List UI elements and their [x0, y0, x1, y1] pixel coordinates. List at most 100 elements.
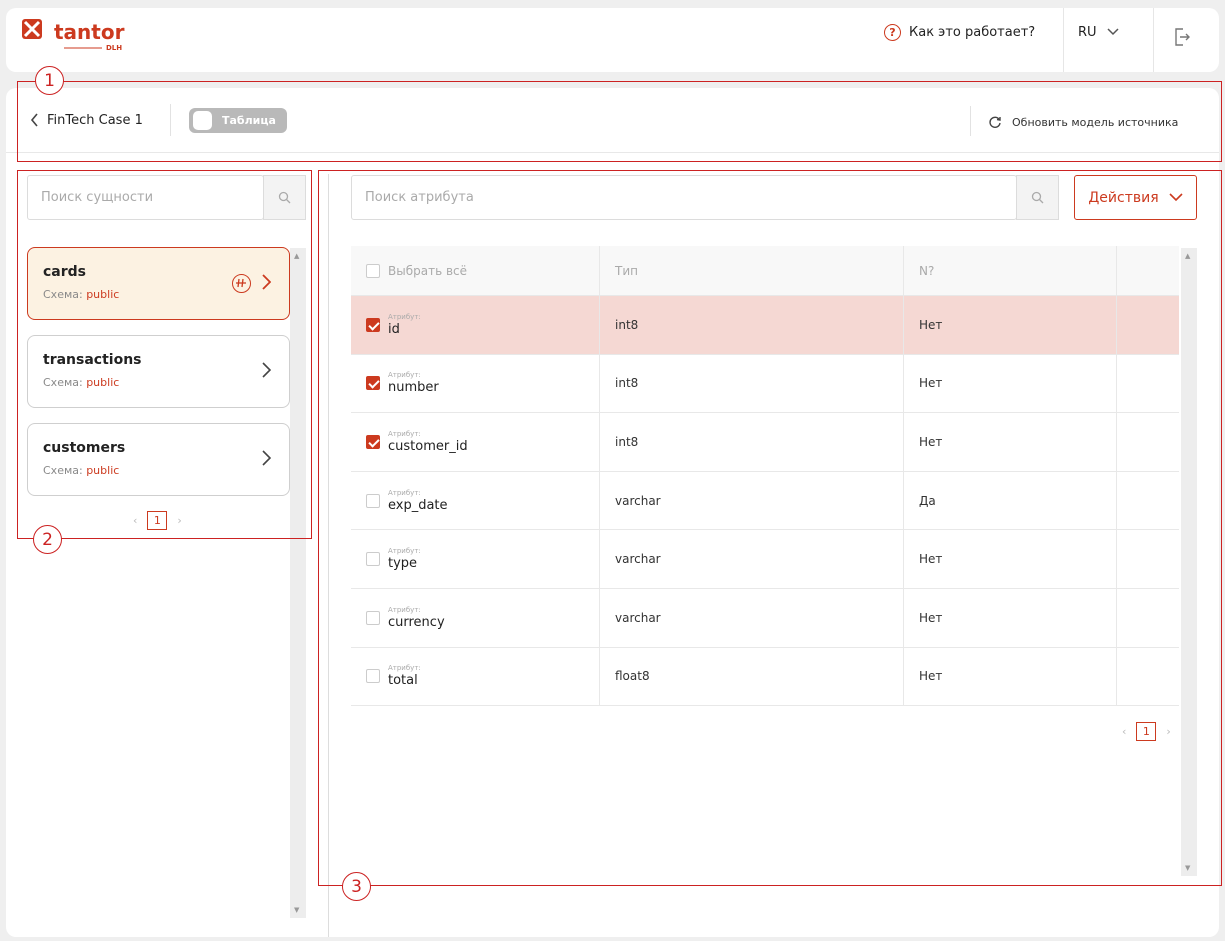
entity-schema: Схема: public	[43, 464, 120, 477]
attribute-name: type	[388, 556, 418, 572]
extra-cell	[1117, 472, 1179, 530]
attribute-info: Атрибут: customer_id	[388, 430, 468, 454]
chevron-down-icon	[1169, 193, 1183, 202]
entity-card-customers[interactable]: customers Схема: public	[27, 423, 290, 496]
toggle-label: Таблица	[222, 114, 276, 127]
scroll-up-icon[interactable]: ▲	[1185, 252, 1190, 260]
extra-cell	[1117, 355, 1179, 413]
attribute-search-button[interactable]	[1016, 175, 1059, 220]
row-checkbox[interactable]	[366, 376, 380, 391]
table-row[interactable]: Атрибут: number int8 Нет	[351, 354, 1179, 414]
nullable-cell: Да	[904, 471, 1117, 530]
row-checkbox[interactable]	[366, 317, 380, 332]
entity-schema: Схема: public	[43, 288, 120, 301]
attribute-name: customer_id	[388, 438, 468, 454]
next-page-icon[interactable]: ›	[1166, 725, 1170, 738]
attribute-cell: Атрибут: type	[351, 530, 600, 588]
attribute-cell: Атрибут: id	[351, 296, 600, 354]
nullable-cell: Нет	[904, 530, 1117, 588]
extra-cell	[1117, 530, 1179, 588]
tantor-logo[interactable]: tantor DLH	[20, 14, 130, 54]
chevron-left-icon	[30, 113, 38, 127]
attribute-pagination: ‹ 1 ›	[1122, 722, 1171, 741]
help-label: Как это работает?	[909, 24, 1036, 40]
row-checkbox[interactable]	[366, 669, 380, 684]
prev-page-icon[interactable]: ‹	[1122, 725, 1126, 738]
entity-search-button[interactable]	[263, 175, 306, 220]
attribute-caption: Атрибут:	[388, 429, 421, 438]
attribute-search-placeholder: Поиск атрибута	[365, 190, 474, 205]
attribute-caption: Атрибут:	[388, 488, 421, 497]
type-cell: varchar	[600, 588, 904, 647]
search-icon	[278, 191, 291, 204]
entity-schema: Схема: public	[43, 376, 120, 389]
toolbar-divider	[970, 106, 971, 136]
row-checkbox[interactable]	[366, 552, 380, 567]
toolbar-divider	[170, 104, 171, 136]
attribute-info: Атрибут: type	[388, 547, 421, 571]
select-all-label: Выбрать всё	[388, 263, 468, 278]
prev-page-icon[interactable]: ‹	[133, 514, 137, 527]
annotation-number-2: 2	[33, 525, 62, 554]
attribute-search-input[interactable]: Поиск атрибута	[351, 175, 1017, 220]
question-icon: ?	[884, 23, 901, 41]
type-cell: int8	[600, 413, 904, 471]
help-link[interactable]: ? Как это работает?	[884, 22, 1035, 42]
entity-card-transactions[interactable]: transactions Схема: public	[27, 335, 290, 408]
nullable-cell: Нет	[904, 413, 1117, 471]
table-row[interactable]: Атрибут: exp_date varchar Да	[351, 471, 1179, 531]
header-divider	[1063, 8, 1064, 72]
table-row[interactable]: Атрибут: id int8 Нет	[351, 296, 1179, 355]
search-icon	[1031, 191, 1044, 204]
entity-card-cards[interactable]: cards Схема: public	[27, 247, 290, 320]
attribute-table-scrollbar[interactable]: ▲ ▼	[1181, 248, 1197, 876]
attribute-cell: Атрибут: total	[351, 647, 600, 706]
type-cell: float8	[600, 647, 904, 706]
table-row[interactable]: Атрибут: type varchar Нет	[351, 530, 1179, 589]
attribute-caption: Атрибут:	[388, 605, 421, 614]
chevron-down-icon	[1107, 28, 1119, 36]
select-all-cell[interactable]: Выбрать всё	[351, 246, 600, 295]
attribute-info: Атрибут: total	[388, 664, 421, 688]
refresh-model-button[interactable]: Обновить модель источника	[988, 113, 1178, 131]
row-checkbox[interactable]	[366, 610, 380, 625]
next-page-icon[interactable]: ›	[177, 514, 181, 527]
entity-search-input[interactable]: Поиск сущности	[27, 175, 264, 220]
app-header	[6, 8, 1219, 72]
type-cell: varchar	[600, 471, 904, 530]
page-number[interactable]: 1	[1136, 722, 1157, 741]
type-cell: int8	[600, 296, 904, 354]
row-checkbox[interactable]	[366, 434, 380, 449]
logout-icon[interactable]	[1174, 28, 1196, 50]
scroll-up-icon[interactable]: ▲	[294, 252, 299, 260]
actions-dropdown[interactable]: Действия	[1074, 175, 1197, 220]
refresh-label: Обновить модель источника	[1012, 115, 1179, 129]
table-row[interactable]: Атрибут: customer_id int8 Нет	[351, 413, 1179, 472]
page-number[interactable]: 1	[147, 511, 168, 530]
back-button[interactable]: FinTech Case 1	[30, 110, 143, 130]
table-row[interactable]: Атрибут: total float8 Нет	[351, 647, 1179, 707]
svg-text:tantor: tantor	[54, 20, 125, 44]
table-view-toggle[interactable]: Таблица	[189, 108, 287, 133]
language-select[interactable]: RU	[1078, 22, 1119, 42]
entity-list-scrollbar[interactable]: ▲ ▼	[290, 248, 306, 918]
table-header: Выбрать всё Тип N?	[351, 246, 1179, 296]
attribute-info: Атрибут: currency	[388, 606, 445, 630]
attribute-name: total	[388, 673, 418, 689]
type-cell: varchar	[600, 530, 904, 588]
attribute-caption: Атрибут:	[388, 371, 421, 380]
attribute-info: Атрибут: id	[388, 313, 421, 337]
nullable-cell: Нет	[904, 647, 1117, 706]
chevron-right-icon	[262, 362, 271, 378]
toggle-knob	[193, 111, 212, 130]
table-row[interactable]: Атрибут: currency varchar Нет	[351, 588, 1179, 648]
extra-cell	[1117, 589, 1179, 647]
actions-label: Действия	[1088, 189, 1159, 206]
nullable-cell: Нет	[904, 296, 1117, 354]
refresh-icon	[989, 116, 1001, 128]
row-checkbox[interactable]	[366, 493, 380, 508]
scroll-down-icon[interactable]: ▼	[294, 906, 299, 914]
scroll-down-icon[interactable]: ▼	[1185, 864, 1190, 872]
attribute-cell: Атрибут: currency	[351, 588, 600, 647]
select-all-checkbox[interactable]	[366, 263, 380, 278]
